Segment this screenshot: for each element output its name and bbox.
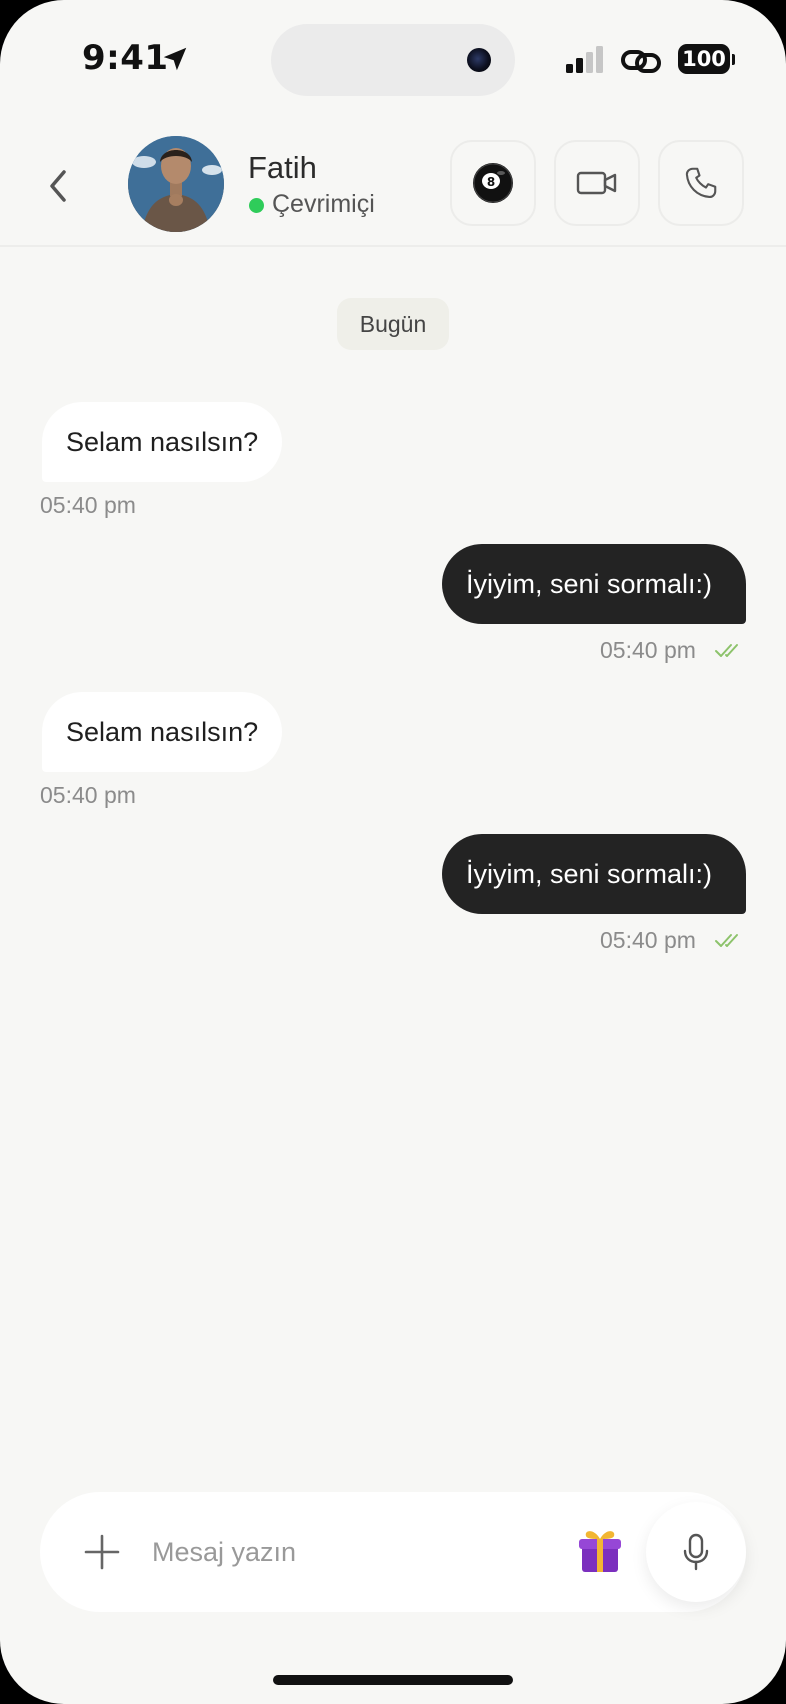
plus-icon[interactable] [80, 1530, 124, 1574]
double-check-icon [715, 934, 738, 947]
link-icon [621, 50, 661, 73]
phone-icon [685, 167, 717, 199]
status-bar: 9:41 100 [0, 0, 786, 120]
message-bubble-incoming[interactable]: Selam nasılsın? [42, 692, 282, 772]
date-separator: Bugün [337, 298, 449, 350]
home-indicator[interactable] [273, 1675, 513, 1685]
location-arrow-icon [163, 47, 187, 71]
contact-avatar[interactable] [128, 136, 224, 232]
message-bubble-incoming[interactable]: Selam nasılsın? [42, 402, 282, 482]
message-time: 05:40 pm [600, 927, 696, 953]
front-camera [467, 48, 491, 72]
avatar-photo [128, 136, 224, 232]
video-call-button[interactable] [554, 140, 640, 226]
message-time: 05:40 pm [600, 637, 696, 663]
magic-8-ball-button[interactable]: 8 [450, 140, 536, 226]
message-time: 05:40 pm [40, 782, 136, 808]
status-time: 9:41 [82, 38, 169, 78]
message-bubble-outgoing[interactable]: İyiyim, seni sormalı:) [442, 834, 746, 914]
microphone-icon [683, 1533, 709, 1571]
back-chevron-icon[interactable] [38, 162, 78, 210]
voice-record-button[interactable] [646, 1502, 746, 1602]
contact-status: Çevrimiçi [272, 190, 375, 218]
message-composer [40, 1492, 746, 1612]
voice-call-button[interactable] [658, 140, 744, 226]
gift-icon[interactable] [576, 1526, 624, 1576]
phone-screen: 9:41 100 Fatih Çevrimiçi 8 Bugün Selam n… [0, 0, 786, 1704]
video-camera-icon [576, 171, 617, 195]
battery-cap [732, 54, 735, 65]
message-input[interactable] [152, 1522, 552, 1582]
online-status-dot [249, 198, 264, 213]
double-check-icon [715, 644, 738, 657]
message-time: 05:40 pm [40, 492, 136, 518]
battery-icon: 100 [678, 44, 735, 76]
chat-header: Fatih Çevrimiçi 8 [0, 120, 786, 247]
signal-icon [566, 46, 603, 73]
8-ball-icon: 8 [473, 163, 513, 203]
battery-level: 100 [678, 44, 730, 74]
svg-text:8: 8 [487, 175, 495, 189]
contact-name[interactable]: Fatih [248, 150, 317, 186]
message-bubble-outgoing[interactable]: İyiyim, seni sormalı:) [442, 544, 746, 624]
